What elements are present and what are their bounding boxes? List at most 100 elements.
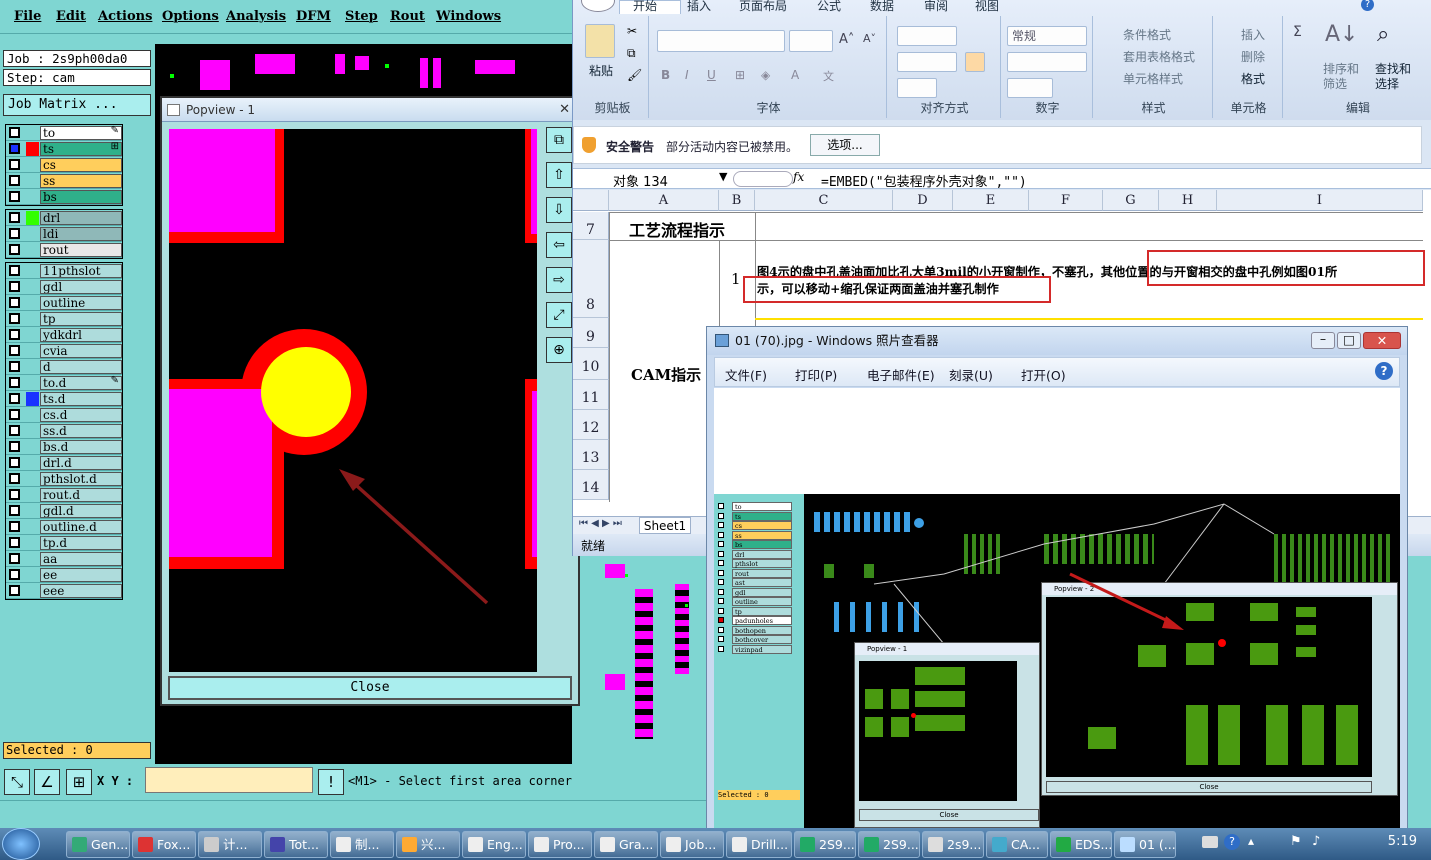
taskbar-item[interactable]: 计... xyxy=(198,831,262,858)
format-cells-button[interactable]: 格式 xyxy=(1241,70,1265,87)
layer-color-swatch[interactable] xyxy=(26,520,39,534)
row-header-12[interactable]: 12 xyxy=(573,410,609,440)
row-header-11[interactable]: 11 xyxy=(573,380,609,410)
bold-icon[interactable]: B xyxy=(661,68,670,82)
network-icon[interactable]: ⚑ xyxy=(1290,834,1302,849)
layer-checkbox[interactable] xyxy=(9,313,20,324)
paste-label[interactable]: 粘贴 xyxy=(589,62,613,79)
layer-row-ts-d[interactable]: ts.d xyxy=(6,391,122,407)
layer-checkbox[interactable] xyxy=(9,441,20,452)
layer-name[interactable]: rout.d xyxy=(40,488,122,502)
layer-checkbox[interactable] xyxy=(9,244,20,255)
layer-name[interactable]: eee xyxy=(40,584,122,598)
find-select-button[interactable]: 查找和选择 xyxy=(1375,62,1415,92)
xy-input[interactable] xyxy=(145,767,313,793)
layer-row-outline[interactable]: outline xyxy=(6,295,122,311)
layer-color-swatch[interactable] xyxy=(26,296,39,310)
layer-color-swatch[interactable] xyxy=(26,392,39,406)
row-header-7[interactable]: 7 xyxy=(573,212,609,240)
layer-checkbox[interactable] xyxy=(9,425,20,436)
layer-row-ss[interactable]: ss xyxy=(6,173,122,189)
layer-color-swatch[interactable] xyxy=(26,328,39,342)
layer-row-cvia[interactable]: cvia xyxy=(6,343,122,359)
layer-row-outline-d[interactable]: outline.d xyxy=(6,519,122,535)
layer-row-drl-d[interactable]: drl.d xyxy=(6,455,122,471)
layer-checkbox[interactable] xyxy=(9,212,20,223)
layer-row-bs[interactable]: bs xyxy=(6,189,122,205)
column-header-c[interactable]: C xyxy=(755,190,893,211)
layer-color-swatch[interactable] xyxy=(26,190,39,204)
pan-up-icon[interactable]: ⇧ xyxy=(546,162,572,188)
layer-name[interactable]: drl.d xyxy=(40,456,122,470)
layer-name[interactable]: ee xyxy=(40,568,122,582)
measure-icon[interactable]: ∠ xyxy=(34,769,60,795)
shrink-font-icon[interactable]: A˅ xyxy=(863,32,876,45)
row-header-9[interactable]: 9 xyxy=(573,318,609,348)
tab-insert[interactable]: 插入 xyxy=(687,0,711,14)
layer-checkbox[interactable] xyxy=(9,553,20,564)
layer-row-tp-d[interactable]: tp.d xyxy=(6,535,122,551)
layer-checkbox[interactable] xyxy=(9,191,20,202)
column-header-d[interactable]: D xyxy=(893,190,953,211)
layer-row-cs[interactable]: cs xyxy=(6,157,122,173)
layer-checkbox[interactable] xyxy=(9,537,20,548)
layer-row-to[interactable]: to ✎ xyxy=(6,125,122,141)
row-header-10[interactable]: 10 xyxy=(573,348,609,380)
help-icon[interactable]: ? xyxy=(1361,0,1374,11)
menu-burn[interactable]: 刻录(U) xyxy=(949,365,993,384)
menu-print[interactable]: 打印(P) xyxy=(795,365,837,384)
layer-checkbox[interactable] xyxy=(9,377,20,388)
layer-color-swatch[interactable] xyxy=(26,344,39,358)
menu-windows[interactable]: Windows xyxy=(436,9,501,24)
taskbar-item[interactable]: Eng... xyxy=(462,831,526,858)
help-icon[interactable]: ? xyxy=(1224,834,1240,850)
layer-color-swatch[interactable] xyxy=(26,440,39,454)
layer-checkbox[interactable] xyxy=(9,505,20,516)
popview-canvas[interactable] xyxy=(169,129,537,672)
layer-color-swatch[interactable] xyxy=(26,360,39,374)
help-icon[interactable]: ? xyxy=(1375,362,1393,380)
layer-checkbox[interactable] xyxy=(9,228,20,239)
row-header-8[interactable]: 8 xyxy=(573,240,609,318)
layer-checkbox[interactable] xyxy=(9,585,20,596)
pan-right-icon[interactable]: ⇨ xyxy=(546,267,572,293)
popview-close-button[interactable]: Close xyxy=(168,676,572,700)
layer-name[interactable]: ts.d xyxy=(40,392,122,406)
formula-buttons[interactable] xyxy=(733,171,793,187)
maximize-icon[interactable]: □ xyxy=(1337,332,1361,349)
copy-icon[interactable]: ⧉ xyxy=(627,46,636,61)
layer-checkbox[interactable] xyxy=(9,361,20,372)
conditional-format-button[interactable]: 条件格式 xyxy=(1123,26,1171,43)
layer-color-swatch[interactable] xyxy=(26,568,39,582)
layer-color-swatch[interactable] xyxy=(26,264,39,278)
layer-name[interactable]: ss.d xyxy=(40,424,122,438)
menu-rout[interactable]: Rout xyxy=(390,9,425,24)
menu-step[interactable]: Step xyxy=(345,9,378,24)
layer-checkbox[interactable] xyxy=(9,473,20,484)
font-color-icon[interactable]: A xyxy=(791,68,799,82)
volume-icon[interactable]: ♪ xyxy=(1312,834,1320,849)
taskbar-item[interactable]: Pro... xyxy=(528,831,592,858)
format-painter-icon[interactable]: 🖌 xyxy=(627,68,642,82)
row-header-13[interactable]: 13 xyxy=(573,440,609,470)
pan-down-icon[interactable]: ⇩ xyxy=(546,197,572,223)
grid-icon[interactable]: ⊞ xyxy=(66,769,92,795)
layer-color-swatch[interactable] xyxy=(26,211,39,225)
layer-name[interactable]: bs xyxy=(40,190,122,204)
taskbar-item[interactable]: 2S9... xyxy=(858,831,920,858)
fill-color-icon[interactable]: ◈ xyxy=(761,68,770,82)
cut-icon[interactable]: ✂ xyxy=(627,24,637,38)
name-box[interactable]: 对象 134 xyxy=(613,171,668,190)
layer-row-gdl[interactable]: gdl xyxy=(6,279,122,295)
taskbar-item[interactable]: 2s9... xyxy=(922,831,984,858)
layer-name[interactable]: rout xyxy=(40,243,122,257)
options-button[interactable]: 选项... xyxy=(810,134,880,156)
insert-cells-button[interactable]: 插入 xyxy=(1241,26,1265,43)
select-all-corner[interactable] xyxy=(573,190,609,211)
indent-icons[interactable] xyxy=(897,78,937,98)
layer-color-swatch[interactable] xyxy=(26,376,39,390)
layer-name[interactable]: outline.d xyxy=(40,520,122,534)
fx-icon[interactable]: fx xyxy=(793,170,804,184)
menu-open[interactable]: 打开(O) xyxy=(1021,365,1066,384)
layer-color-swatch[interactable] xyxy=(26,312,39,326)
